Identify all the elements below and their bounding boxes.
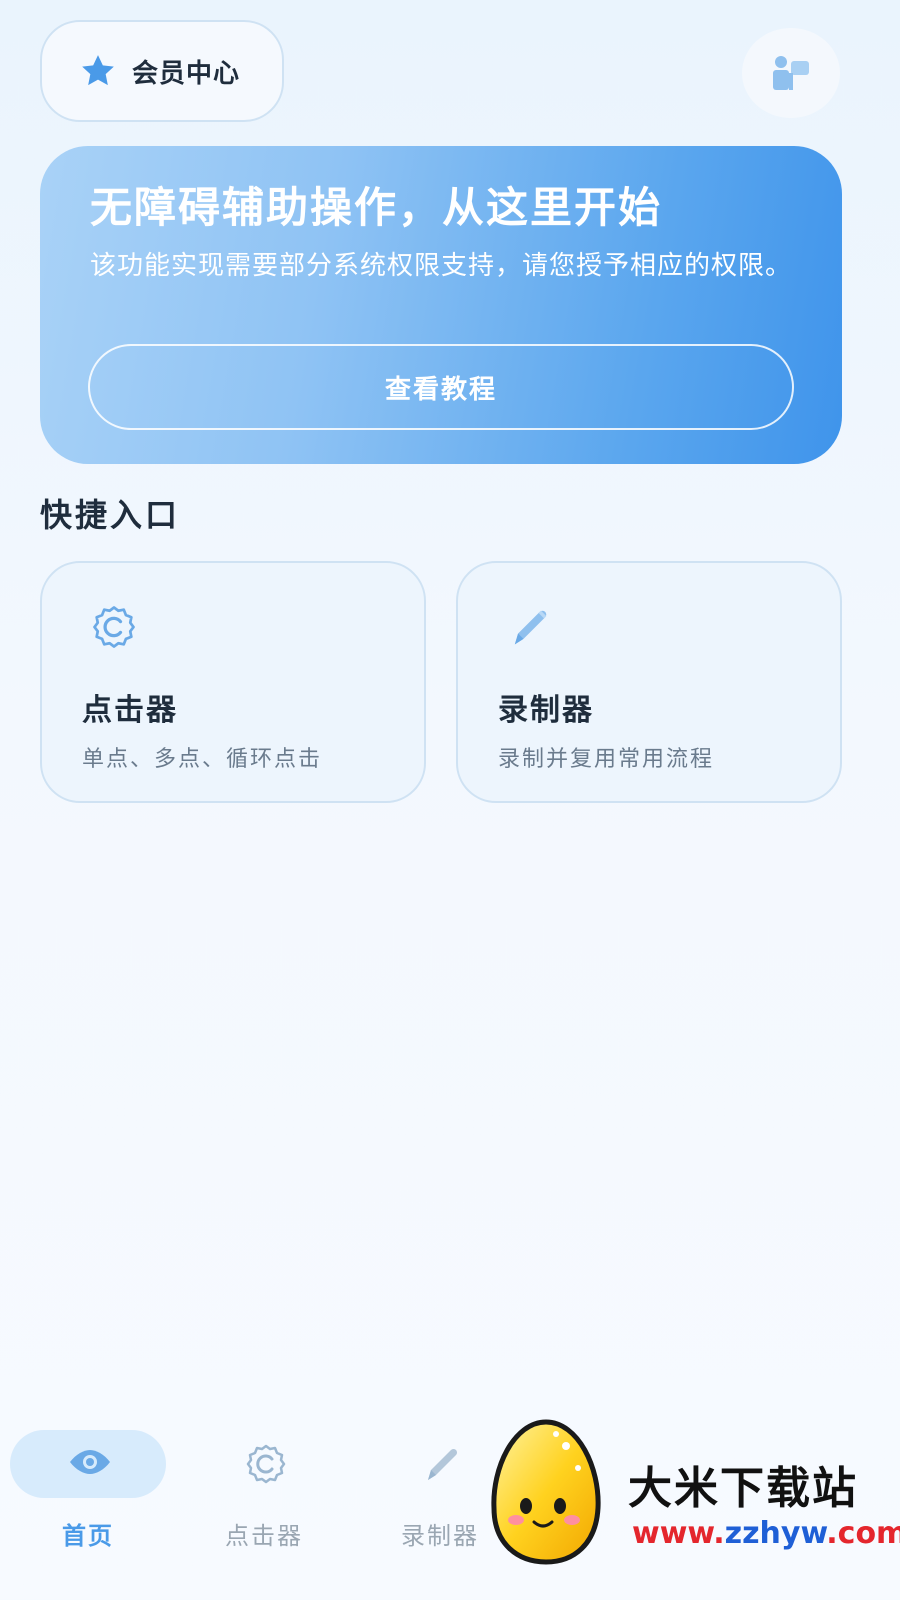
member-center-button[interactable]: 会员中心 — [40, 20, 284, 122]
watermark-url-domain: zzhyw — [724, 1516, 827, 1551]
watermark-title: 大米下载站 — [628, 1463, 858, 1514]
pencil-icon — [428, 1448, 458, 1480]
clicker-card[interactable]: 点击器 单点、多点、循环点击 — [40, 561, 426, 803]
nav-home-label: 首页 — [62, 1522, 114, 1550]
hero-banner: 无障碍辅助操作，从这里开始 该功能实现需要部分系统权限支持，请您授予相应的权限。… — [40, 146, 842, 464]
hero-title: 无障碍辅助操作，从这里开始 — [90, 183, 663, 232]
clicker-card-title: 点击器 — [82, 693, 178, 728]
customer-service-icon — [773, 56, 809, 90]
nav-home[interactable]: 首页 — [10, 1428, 170, 1578]
watermark-url-prefix: www. — [632, 1516, 725, 1551]
quick-entry-title: 快捷入口 — [40, 496, 181, 534]
view-tutorial-button[interactable]: 查看教程 — [88, 344, 794, 430]
nav-clicker-label: 点击器 — [225, 1522, 303, 1550]
eye-icon — [70, 1450, 110, 1474]
egg-mascot-logo — [491, 1419, 601, 1565]
watermark-url: www.zzhyw.com — [632, 1516, 900, 1551]
gear-icon — [246, 1444, 286, 1484]
member-center-label: 会员中心 — [132, 58, 241, 89]
customer-service-button[interactable] — [742, 28, 840, 118]
recorder-card-title: 录制器 — [498, 693, 594, 728]
watermark-url-suffix: .com — [826, 1516, 900, 1551]
pencil-icon — [514, 610, 547, 645]
recorder-card[interactable]: 录制器 录制并复用常用流程 — [456, 561, 842, 803]
clicker-card-subtitle: 单点、多点、循环点击 — [82, 747, 323, 772]
nav-clicker[interactable]: 点击器 — [186, 1428, 346, 1578]
gear-icon — [93, 606, 135, 648]
recorder-card-subtitle: 录制并复用常用流程 — [498, 747, 715, 772]
star-icon — [82, 55, 114, 86]
hero-description: 该功能实现需要部分系统权限支持，请您授予相应的权限。 — [90, 251, 793, 281]
